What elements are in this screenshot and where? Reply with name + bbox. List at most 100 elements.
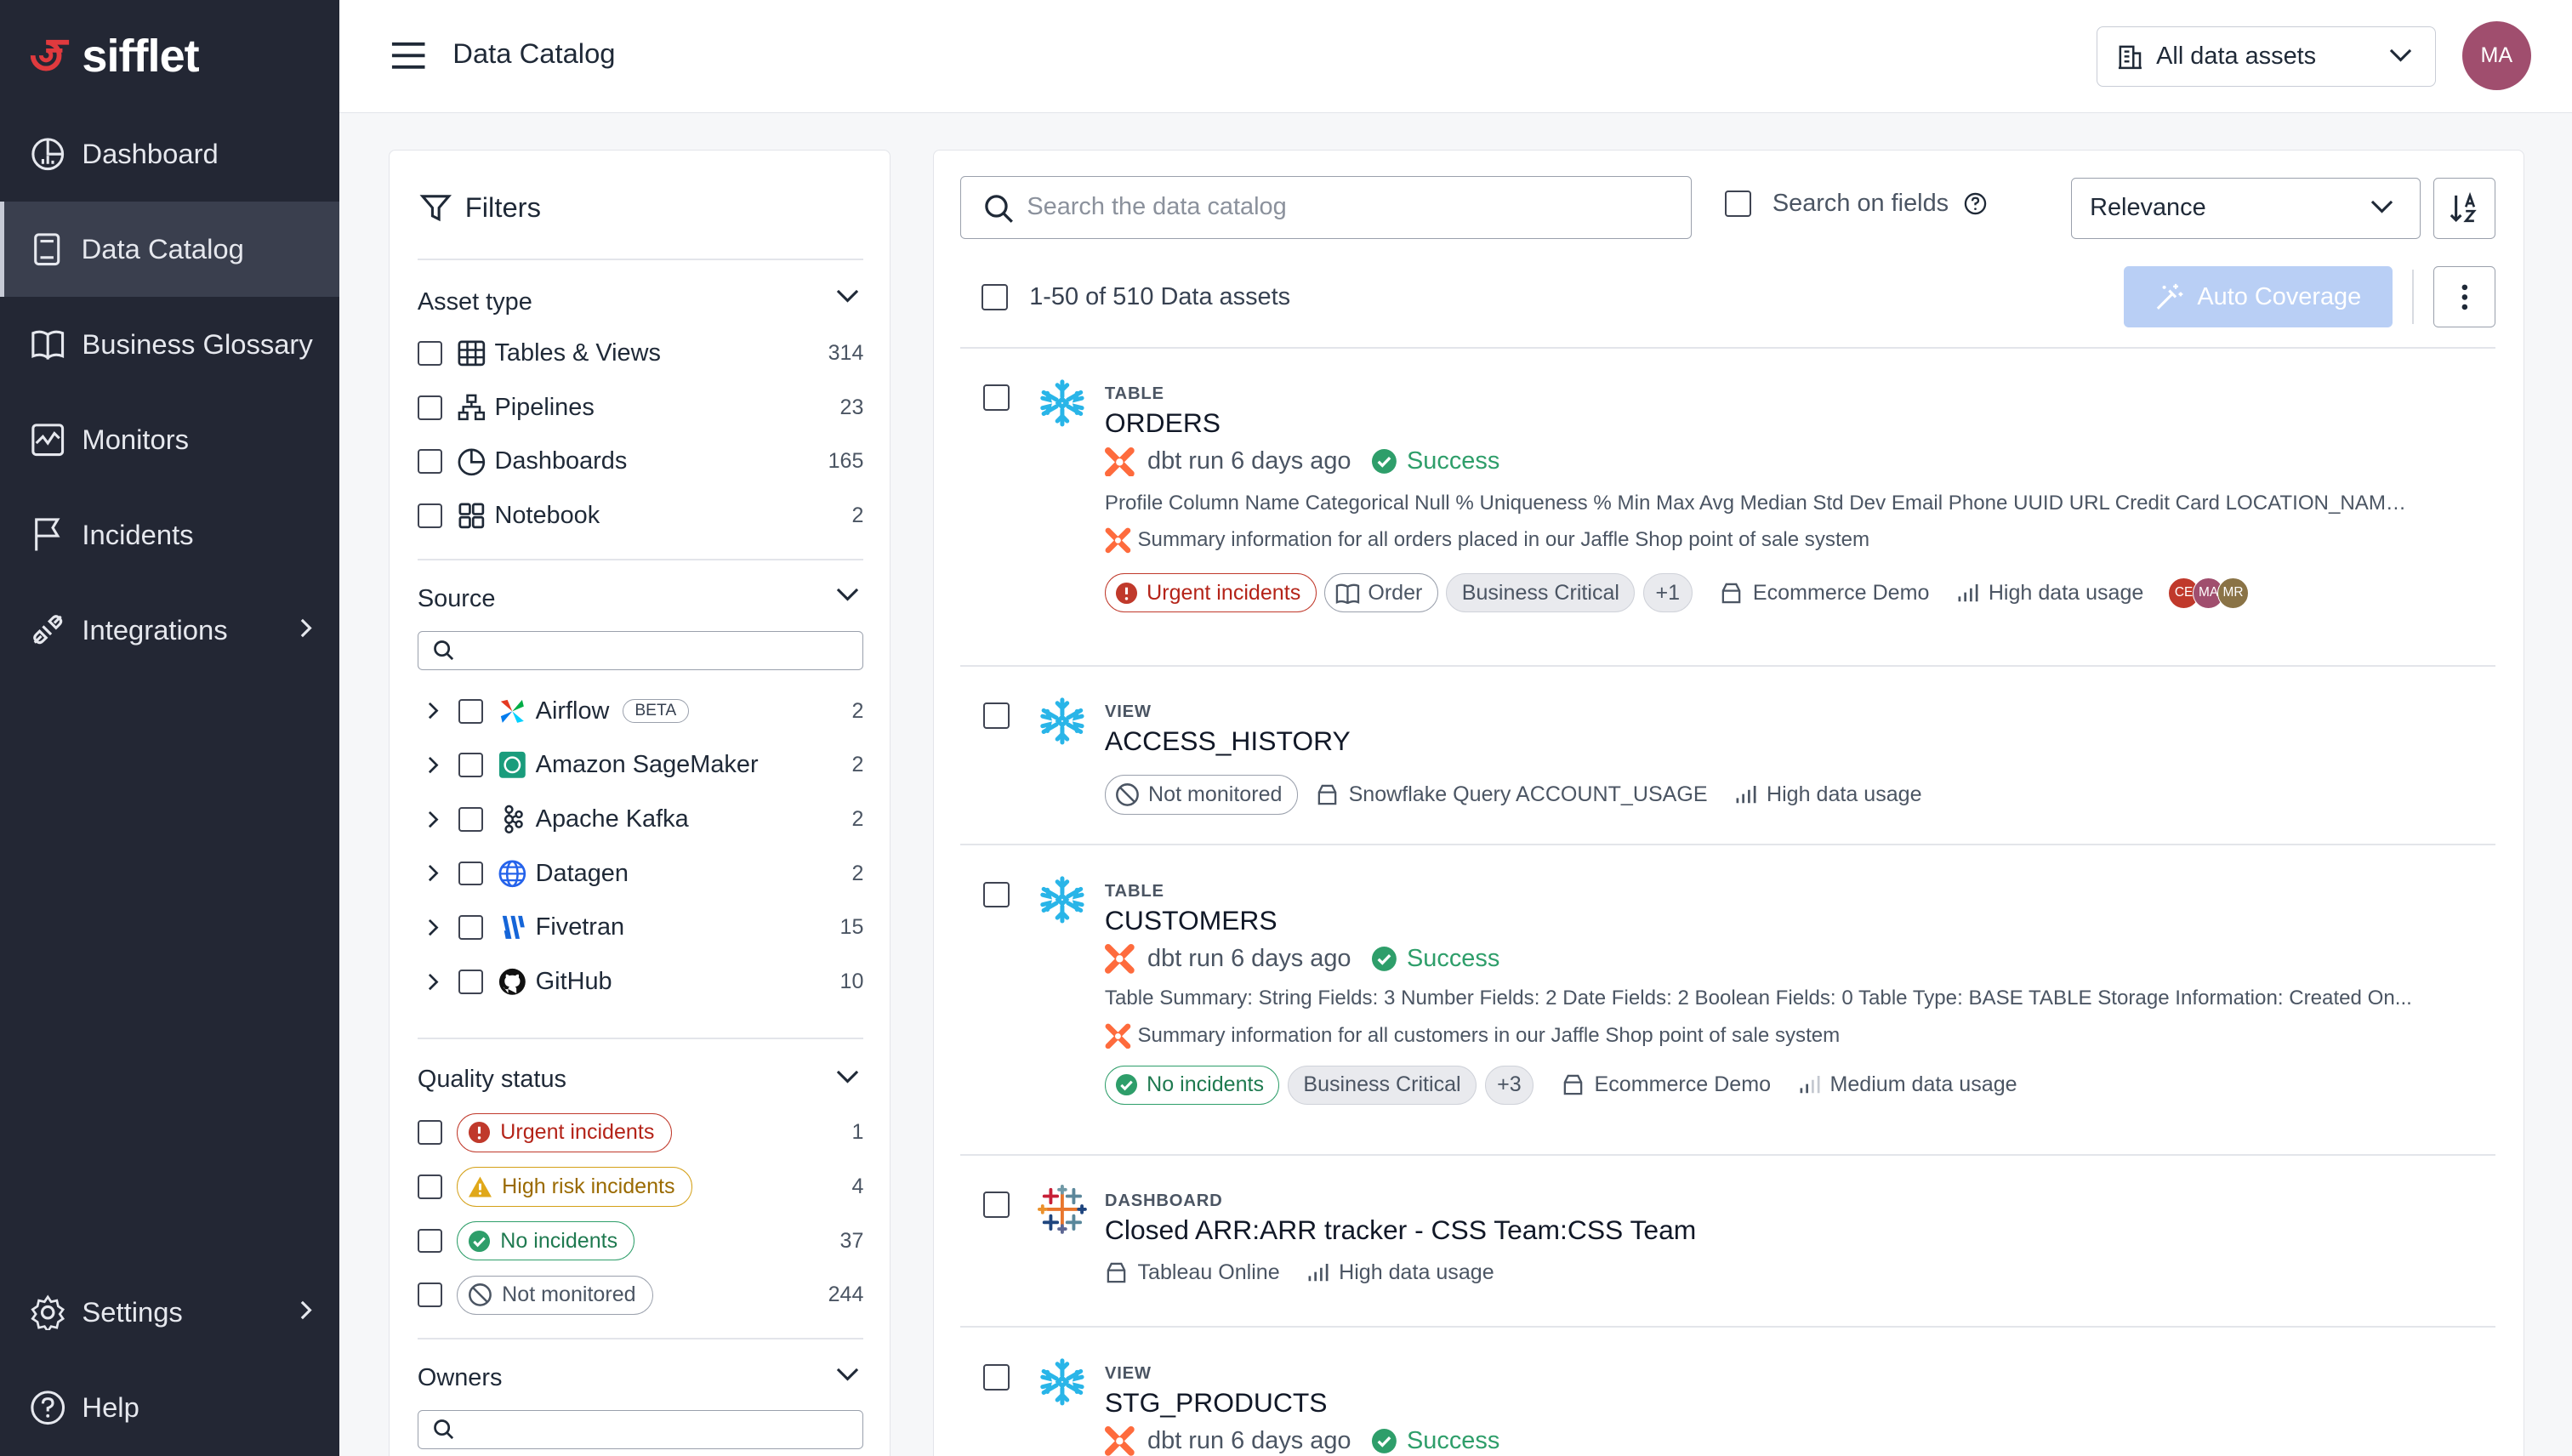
source-airflow[interactable]: Airflow BETA 2 xyxy=(418,693,863,729)
usage-bars-icon xyxy=(1800,1076,1820,1094)
asset-name[interactable]: CUSTOMERS xyxy=(1105,905,1277,936)
chevron-down-icon[interactable] xyxy=(836,588,859,602)
chevron-right-icon[interactable] xyxy=(423,808,446,831)
checkbox[interactable] xyxy=(417,341,442,367)
sidebar-item-monitors[interactable]: Monitors xyxy=(0,392,339,487)
source-datagen[interactable]: Datagen 2 xyxy=(418,856,863,891)
row-checkbox[interactable] xyxy=(983,881,1010,908)
source-apache-kafka[interactable]: Apache Kafka 2 xyxy=(418,801,863,837)
sidebar-item-business-glossary[interactable]: Business Glossary xyxy=(0,297,339,392)
checkbox[interactable] xyxy=(417,395,442,420)
list-item[interactable]: VIEW ACCESS_HISTORY Not monitored Snowfl… xyxy=(934,667,2525,844)
chevron-right-icon[interactable] xyxy=(423,970,446,993)
last-run: dbt run 6 days ago Success xyxy=(1104,446,1499,477)
section-title-quality-status: Quality status xyxy=(417,1065,566,1093)
filter-count: 1 xyxy=(851,1120,864,1145)
owners-search-input[interactable] xyxy=(417,1409,864,1449)
filter-high-risk-incidents[interactable]: High risk incidents 4 xyxy=(417,1167,863,1207)
filter-urgent-incidents[interactable]: Urgent incidents 1 xyxy=(417,1112,864,1152)
sidebar-item-integrations[interactable]: Integrations xyxy=(0,583,339,678)
sidebar-item-data-catalog[interactable]: Data Catalog xyxy=(0,202,340,298)
checkbox[interactable] xyxy=(458,861,483,886)
source-amazon-sagemaker[interactable]: Amazon SageMaker 2 xyxy=(418,748,863,783)
asset-name[interactable]: ACCESS_HISTORY xyxy=(1105,725,1351,757)
checkbox[interactable] xyxy=(417,1174,442,1199)
asset-scope-select[interactable]: All data assets xyxy=(2096,26,2436,88)
business-critical-tag[interactable]: Business Critical xyxy=(1446,573,1636,613)
asset-name[interactable]: Closed ARR:ARR tracker - CSS Team:CSS Te… xyxy=(1105,1214,1696,1246)
help-icon[interactable] xyxy=(1964,192,1987,215)
catalog-search-input[interactable] xyxy=(1027,190,1667,224)
checkbox[interactable] xyxy=(458,698,483,724)
list-item[interactable]: TABLE CUSTOMERS dbt run 6 days ago Succe… xyxy=(934,845,2525,1154)
checkbox[interactable] xyxy=(417,1228,442,1254)
filter-notebook[interactable]: Notebook 2 xyxy=(417,498,863,533)
more-tags-badge[interactable]: +3 xyxy=(1484,1065,1534,1105)
checkbox[interactable] xyxy=(417,1283,442,1308)
urgent-incidents-tag[interactable]: Urgent incidents xyxy=(1104,573,1317,613)
divider xyxy=(2412,270,2414,324)
chevron-right-icon[interactable] xyxy=(423,862,446,885)
chevron-right-icon[interactable] xyxy=(423,700,446,723)
book-icon xyxy=(1335,583,1359,604)
row-checkbox[interactable] xyxy=(983,384,1010,412)
filter-no-incidents[interactable]: No incidents 37 xyxy=(417,1220,863,1261)
auto-coverage-button[interactable]: Auto Coverage xyxy=(2123,266,2393,327)
row-checkbox[interactable] xyxy=(983,1192,1010,1218)
sidebar-item-incidents[interactable]: Incidents xyxy=(0,487,339,583)
checkbox[interactable] xyxy=(417,1120,442,1146)
sort-order-button[interactable] xyxy=(2433,178,2496,239)
source-github[interactable]: GitHub 10 xyxy=(418,964,863,999)
not-monitored-tag[interactable]: Not monitored xyxy=(1104,775,1298,815)
business-critical-tag[interactable]: Business Critical xyxy=(1288,1065,1477,1105)
glossary-term-tag[interactable]: Order xyxy=(1324,573,1438,613)
catalog-search[interactable] xyxy=(960,176,1693,239)
checkbox[interactable] xyxy=(458,915,483,941)
select-all-checkbox[interactable] xyxy=(982,283,1009,310)
checkbox[interactable] xyxy=(458,969,483,994)
search-icon xyxy=(434,640,454,661)
chevron-right-icon xyxy=(300,1301,312,1320)
user-avatar[interactable]: MA xyxy=(2461,21,2531,91)
brand-logo[interactable]: sifflet xyxy=(26,26,200,85)
list-item[interactable]: VIEW STG_PRODUCTS dbt run 6 days ago Suc… xyxy=(934,1328,2525,1456)
last-run: dbt run 6 days ago Success xyxy=(1104,943,1499,974)
list-item[interactable]: TABLE ORDERS dbt run 6 days ago Success … xyxy=(934,349,2525,665)
checkbox[interactable] xyxy=(458,753,483,778)
asset-name[interactable]: ORDERS xyxy=(1105,407,1221,439)
chevron-down-icon[interactable] xyxy=(836,1070,859,1084)
asset-name[interactable]: STG_PRODUCTS xyxy=(1105,1387,1328,1419)
no-incidents-tag[interactable]: No incidents xyxy=(1104,1065,1280,1105)
chevron-right-icon[interactable] xyxy=(423,916,446,939)
filter-tables-views[interactable]: Tables & Views 314 xyxy=(417,335,863,371)
owners-avatars[interactable]: CE MA MR xyxy=(2168,577,2249,609)
source-search-input[interactable] xyxy=(417,630,864,670)
sidebar-item-dashboard[interactable]: Dashboard xyxy=(0,106,339,202)
menu-icon[interactable] xyxy=(390,39,426,72)
search-on-fields-toggle[interactable]: Search on fields xyxy=(1724,190,1987,218)
sidebar-item-settings[interactable]: Settings xyxy=(0,1265,339,1360)
list-item[interactable]: DASHBOARD Closed ARR:ARR tracker - CSS T… xyxy=(934,1156,2525,1327)
divider xyxy=(417,258,864,260)
chevron-down-icon[interactable] xyxy=(836,289,859,304)
tableau-icon xyxy=(1037,1185,1087,1235)
sidebar-item-help[interactable]: Help xyxy=(0,1360,339,1455)
monitor-icon xyxy=(30,422,65,458)
filter-dashboards[interactable]: Dashboards 165 xyxy=(417,444,863,480)
checkbox[interactable] xyxy=(417,449,442,475)
checkbox[interactable] xyxy=(417,503,442,529)
more-actions-button[interactable] xyxy=(2433,266,2496,327)
row-checkbox[interactable] xyxy=(983,702,1010,730)
more-tags-badge[interactable]: +1 xyxy=(1642,573,1693,613)
run-status-label: Success xyxy=(1407,1426,1500,1454)
row-checkbox[interactable] xyxy=(983,1363,1010,1391)
top-bar: Data Catalog All data assets MA xyxy=(339,0,2572,114)
sort-select[interactable]: Relevance xyxy=(2070,178,2421,239)
filter-not-monitored[interactable]: Not monitored 244 xyxy=(417,1275,863,1315)
source-fivetran[interactable]: Fivetran 15 xyxy=(418,909,863,945)
checkbox[interactable] xyxy=(458,806,483,832)
chevron-down-icon[interactable] xyxy=(836,1368,859,1382)
filter-pipelines[interactable]: Pipelines 23 xyxy=(417,390,863,425)
chevron-right-icon[interactable] xyxy=(423,754,446,776)
checkbox[interactable] xyxy=(1724,190,1751,217)
